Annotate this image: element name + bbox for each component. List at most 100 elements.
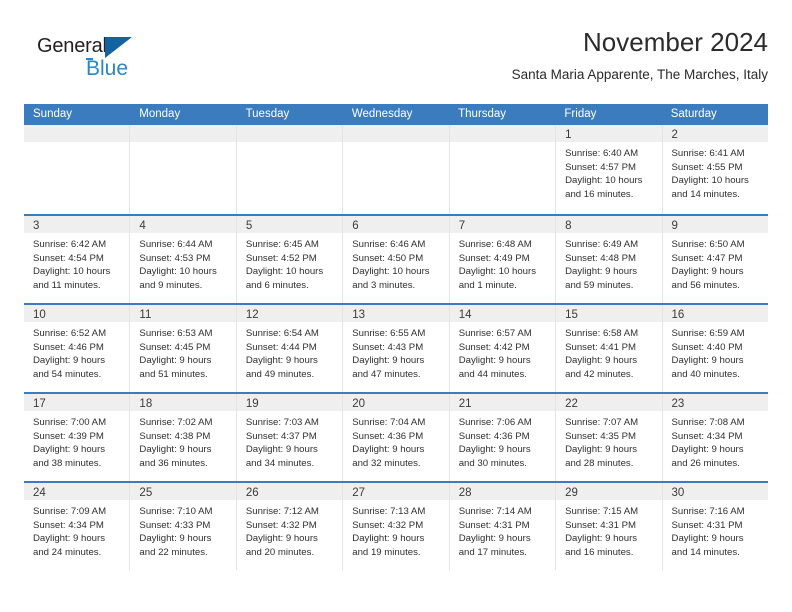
sunrise-text: Sunrise: 7:14 AM [458,506,532,517]
day-sun-info: Sunrise: 7:00 AM Sunset: 4:39 PM Daylight:… [24,411,129,470]
day-number-band: 13 [343,305,449,322]
daylight-text: Daylight: 9 hours and 44 minutes. [458,355,531,380]
calendar-day-cell[interactable]: 22 Sunrise: 7:07 AM Sunset: 4:35 PM Dayligh… [556,394,663,481]
calendar-day-cell[interactable]: 6 Sunrise: 6:46 AM Sunset: 4:50 PM Daylight… [343,216,450,303]
sunrise-text: Sunrise: 7:12 AM [245,506,319,517]
daylight-text: Daylight: 9 hours and 51 minutes. [139,355,212,380]
calendar-day-cell-empty [24,125,131,214]
weekday-sunday: Sunday [33,108,73,120]
sunrise-text: Sunrise: 7:07 AM [565,417,639,428]
daylight-text: Daylight: 10 hours and 14 minutes. [671,175,749,200]
sunset-text: Sunset: 4:38 PM [139,430,211,442]
day-sun-info: Sunrise: 7:03 AM Sunset: 4:37 PM Daylight:… [237,411,342,470]
day-sun-info: Sunrise: 6:46 AM Sunset: 4:50 PM Daylight:… [343,233,448,292]
calendar-day-cell[interactable]: 16 Sunrise: 6:59 AM Sunset: 4:40 PM Dayligh… [662,305,768,392]
calendar-day-cell-empty [343,125,450,214]
day-number: 12 [245,309,259,321]
sunrise-text: Sunrise: 6:50 AM [671,239,745,250]
sunrise-text: Sunrise: 7:15 AM [565,506,639,517]
calendar-day-cell[interactable]: 20 Sunrise: 7:04 AM Sunset: 4:36 PM Dayligh… [343,394,450,481]
calendar-day-cell[interactable]: 11 Sunrise: 6:53 AM Sunset: 4:45 PM Dayligh… [130,305,237,392]
sunrise-text: Sunrise: 6:53 AM [139,328,213,339]
daylight-text: Daylight: 9 hours and 32 minutes. [352,444,425,469]
daylight-text: Daylight: 10 hours and 3 minutes. [352,266,430,291]
daylight-text: Daylight: 9 hours and 42 minutes. [565,355,638,380]
sunrise-text: Sunrise: 6:41 AM [671,148,745,159]
calendar-day-cell[interactable]: 29 Sunrise: 7:15 AM Sunset: 4:31 PM Dayligh… [556,483,663,570]
calendar-day-cell[interactable]: 21 Sunrise: 7:06 AM Sunset: 4:36 PM Dayligh… [449,394,557,481]
day-number: 14 [458,309,472,321]
calendar-day-cell[interactable]: 25 Sunrise: 7:10 AM Sunset: 4:33 PM Dayligh… [130,483,237,570]
day-number: 5 [245,220,253,232]
day-sun-info: Sunrise: 7:15 AM Sunset: 4:31 PM Daylight:… [556,500,661,559]
calendar-day-cell[interactable]: 18 Sunrise: 7:02 AM Sunset: 4:38 PM Dayligh… [130,394,237,481]
daylight-text: Daylight: 9 hours and 40 minutes. [671,355,744,380]
daylight-text: Daylight: 9 hours and 36 minutes. [139,444,212,469]
day-number: 30 [671,487,685,499]
calendar-day-cell[interactable]: 2 Sunrise: 6:41 AM Sunset: 4:55 PM Daylight… [662,125,768,214]
calendar-day-cell[interactable]: 4 Sunrise: 6:44 AM Sunset: 4:53 PM Daylight… [130,216,237,303]
calendar-day-cell[interactable]: 3 Sunrise: 6:42 AM Sunset: 4:54 PM Daylight… [24,216,131,303]
calendar-day-cell[interactable]: 17 Sunrise: 7:00 AM Sunset: 4:39 PM Dayligh… [24,394,131,481]
day-number-band: 27 [343,483,449,500]
sunset-text: Sunset: 4:44 PM [245,341,317,353]
calendar-day-cell[interactable]: 9 Sunrise: 6:50 AM Sunset: 4:47 PM Daylight… [662,216,768,303]
calendar-day-cell[interactable]: 26 Sunrise: 7:12 AM Sunset: 4:32 PM Dayligh… [236,483,344,570]
calendar-day-cell[interactable]: 14 Sunrise: 6:57 AM Sunset: 4:42 PM Dayligh… [449,305,557,392]
day-number-band: 10 [24,305,130,322]
calendar-day-cell[interactable]: 13 Sunrise: 6:55 AM Sunset: 4:43 PM Dayligh… [343,305,450,392]
calendar-day-cell[interactable]: 12 Sunrise: 6:54 AM Sunset: 4:44 PM Dayligh… [236,305,344,392]
calendar-day-cell[interactable]: 7 Sunrise: 6:48 AM Sunset: 4:49 PM Daylight… [449,216,557,303]
sunset-text: Sunset: 4:35 PM [565,430,637,442]
calendar-day-cell[interactable]: 27 Sunrise: 7:13 AM Sunset: 4:32 PM Dayligh… [343,483,450,570]
sunset-text: Sunset: 4:47 PM [671,252,743,264]
calendar-day-cell[interactable]: 10 Sunrise: 6:52 AM Sunset: 4:46 PM Dayligh… [24,305,131,392]
calendar-day-cell[interactable]: 5 Sunrise: 6:45 AM Sunset: 4:52 PM Daylight… [236,216,344,303]
day-number: 18 [139,398,153,410]
calendar-day-cell[interactable]: 30 Sunrise: 7:16 AM Sunset: 4:31 PM Dayligh… [662,483,768,570]
day-number-band: 2 [662,125,768,142]
day-number-band: 18 [130,394,236,411]
day-sun-info: Sunrise: 6:50 AM Sunset: 4:47 PM Daylight:… [663,233,768,292]
sunrise-text: Sunrise: 6:59 AM [671,328,745,339]
daylight-text: Daylight: 9 hours and 34 minutes. [245,444,318,469]
calendar-day-cell[interactable]: 8 Sunrise: 6:49 AM Sunset: 4:48 PM Daylight… [556,216,663,303]
day-number-band: 25 [130,483,236,500]
logo-triangle-icon [105,37,132,58]
calendar-day-cell[interactable]: 23 Sunrise: 7:08 AM Sunset: 4:34 PM Dayligh… [662,394,768,481]
day-sun-info: Sunrise: 6:49 AM Sunset: 4:48 PM Daylight:… [556,233,661,292]
sunset-text: Sunset: 4:32 PM [352,519,424,531]
day-sun-info: Sunrise: 7:07 AM Sunset: 4:35 PM Daylight:… [556,411,661,470]
sunrise-text: Sunrise: 6:46 AM [352,239,426,250]
sunset-text: Sunset: 4:53 PM [139,252,211,264]
day-number-band: 15 [556,305,662,322]
day-number-band: 9 [662,216,768,233]
calendar-day-cell[interactable]: 28 Sunrise: 7:14 AM Sunset: 4:31 PM Dayligh… [449,483,557,570]
calendar-week-row: 17 Sunrise: 7:00 AM Sunset: 4:39 PM Dayligh… [24,392,768,481]
calendar-weeks: 1 Sunrise: 6:40 AM Sunset: 4:57 PM Daylight… [24,125,768,570]
sunrise-text: Sunrise: 7:06 AM [458,417,532,428]
logo-text-blue: Blue [86,57,129,80]
calendar-page: General Blue November 2024 Santa Maria A… [0,0,792,612]
sunrise-text: Sunrise: 6:54 AM [245,328,319,339]
day-number-band: 21 [449,394,556,411]
calendar-day-cell[interactable]: 1 Sunrise: 6:40 AM Sunset: 4:57 PM Daylight… [556,125,663,214]
day-number-band: 26 [236,483,343,500]
day-number: 20 [352,398,366,410]
day-number: 10 [33,309,46,321]
calendar-day-cell[interactable]: 24 Sunrise: 7:09 AM Sunset: 4:34 PM Dayligh… [24,483,131,570]
sunrise-text: Sunrise: 6:58 AM [565,328,639,339]
sunrise-text: Sunrise: 7:00 AM [33,417,107,428]
sunset-text: Sunset: 4:48 PM [565,252,637,264]
calendar-day-cell-empty [236,125,344,214]
daylight-text: Daylight: 9 hours and 19 minutes. [352,533,425,558]
calendar-day-cell[interactable]: 19 Sunrise: 7:03 AM Sunset: 4:37 PM Dayligh… [236,394,344,481]
sunset-text: Sunset: 4:41 PM [565,341,637,353]
calendar-day-cell[interactable]: 15 Sunrise: 6:58 AM Sunset: 4:41 PM Dayligh… [556,305,663,392]
day-number-band: 29 [556,483,662,500]
sunrise-text: Sunrise: 7:08 AM [671,417,745,428]
day-number: 21 [458,398,472,410]
sunset-text: Sunset: 4:45 PM [139,341,211,353]
day-number-band [130,125,236,142]
day-number: 27 [352,487,366,499]
